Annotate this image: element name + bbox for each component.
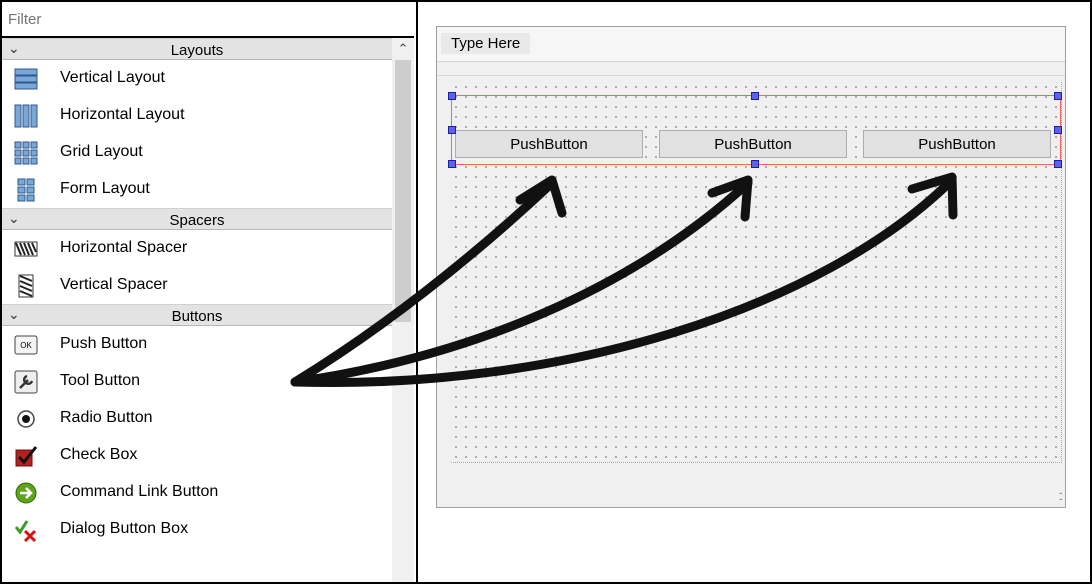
dialog-button-box-icon [14, 520, 37, 542]
widget-label: Horizontal Spacer [60, 239, 188, 256]
widget-label: Form Layout [60, 180, 150, 197]
check-box-icon [15, 446, 38, 467]
widget-push-button[interactable]: OK Push Button [2, 326, 392, 363]
menu-bar: Type Here [437, 27, 1065, 62]
resize-handle-bottom-left[interactable] [448, 160, 456, 168]
push-button-icon: OK [14, 335, 38, 355]
widget-label: Vertical Layout [60, 69, 165, 86]
filter-bar [2, 2, 414, 38]
category-label: Layouts [170, 42, 224, 59]
push-button-2[interactable]: PushButton [659, 130, 847, 158]
form-editor-area: Type Here PushButton PushButton PushButt… [418, 2, 1090, 582]
widget-grid-layout[interactable]: Grid Layout [2, 134, 392, 171]
resize-handle-bottom[interactable] [751, 160, 759, 168]
widget-check-box[interactable]: Check Box [2, 437, 392, 474]
main-window-form[interactable]: Type Here PushButton PushButton PushButt… [436, 26, 1066, 508]
widget-command-link-button[interactable]: Command Link Button [2, 474, 392, 511]
widget-list: ⌄ Layouts Vertical Layout Horizontal Lay… [2, 38, 392, 582]
widget-radio-button[interactable]: Radio Button [2, 400, 392, 437]
filter-input[interactable] [6, 10, 390, 29]
widget-vertical-spacer[interactable]: Vertical Spacer [2, 267, 392, 304]
vertical-spacer-icon [18, 274, 34, 298]
resize-handle-right[interactable] [1054, 126, 1062, 134]
grid-layout-icon [14, 141, 38, 165]
widget-form-layout[interactable]: Form Layout [2, 171, 392, 208]
widget-label: Horizontal Layout [60, 106, 185, 123]
chevron-up-icon[interactable]: ⌃ [392, 38, 414, 60]
form-layout-icon [17, 178, 35, 202]
category-layouts[interactable]: ⌄ Layouts [2, 38, 392, 60]
scrollbar-thumb[interactable] [395, 60, 411, 322]
widget-label: Check Box [60, 446, 138, 463]
widget-vertical-layout[interactable]: Vertical Layout [2, 60, 392, 97]
widget-label: Vertical Spacer [60, 276, 168, 293]
widget-label: Push Button [60, 335, 148, 352]
widget-label: Grid Layout [60, 143, 143, 160]
widget-dialog-button-box[interactable]: Dialog Button Box [2, 511, 392, 548]
widget-label: Dialog Button Box [60, 520, 189, 537]
resize-handle-top-right[interactable] [1054, 92, 1062, 100]
widget-horizontal-spacer[interactable]: Horizontal Spacer [2, 230, 392, 267]
category-label: Buttons [171, 308, 223, 325]
command-link-icon [15, 482, 37, 504]
horizontal-spacer-icon [14, 241, 38, 257]
push-button-3[interactable]: PushButton [863, 130, 1051, 158]
vertical-layout-icon [14, 68, 38, 90]
category-buttons[interactable]: ⌄ Buttons [2, 304, 392, 326]
widget-label: Tool Button [60, 372, 141, 389]
resize-handle-top[interactable] [751, 92, 759, 100]
resize-handle-left[interactable] [448, 126, 456, 134]
resize-handle-top-left[interactable] [448, 92, 456, 100]
horizontal-layout-icon [14, 104, 38, 128]
resize-handle-bottom-right[interactable] [1054, 160, 1062, 168]
widget-label: Command Link Button [60, 483, 219, 500]
push-button-1[interactable]: PushButton [455, 130, 643, 158]
menu-separator [437, 67, 1065, 76]
widget-box-panel: ⌄ Layouts Vertical Layout Horizontal Lay… [2, 2, 418, 582]
widget-horizontal-layout[interactable]: Horizontal Layout [2, 97, 392, 134]
widget-tool-button[interactable]: Tool Button [2, 363, 392, 400]
widget-list-scrollbar[interactable]: ⌃ [392, 38, 414, 582]
category-label: Spacers [169, 212, 225, 229]
category-spacers[interactable]: ⌄ Spacers [2, 208, 392, 230]
type-here-menu[interactable]: Type Here [441, 33, 531, 54]
size-grip-icon[interactable]: ⁚⁚ [1059, 492, 1064, 503]
svg-text:OK: OK [20, 341, 32, 350]
radio-button-icon [17, 410, 35, 428]
tool-button-icon [14, 370, 38, 394]
widget-label: Radio Button [60, 409, 153, 426]
